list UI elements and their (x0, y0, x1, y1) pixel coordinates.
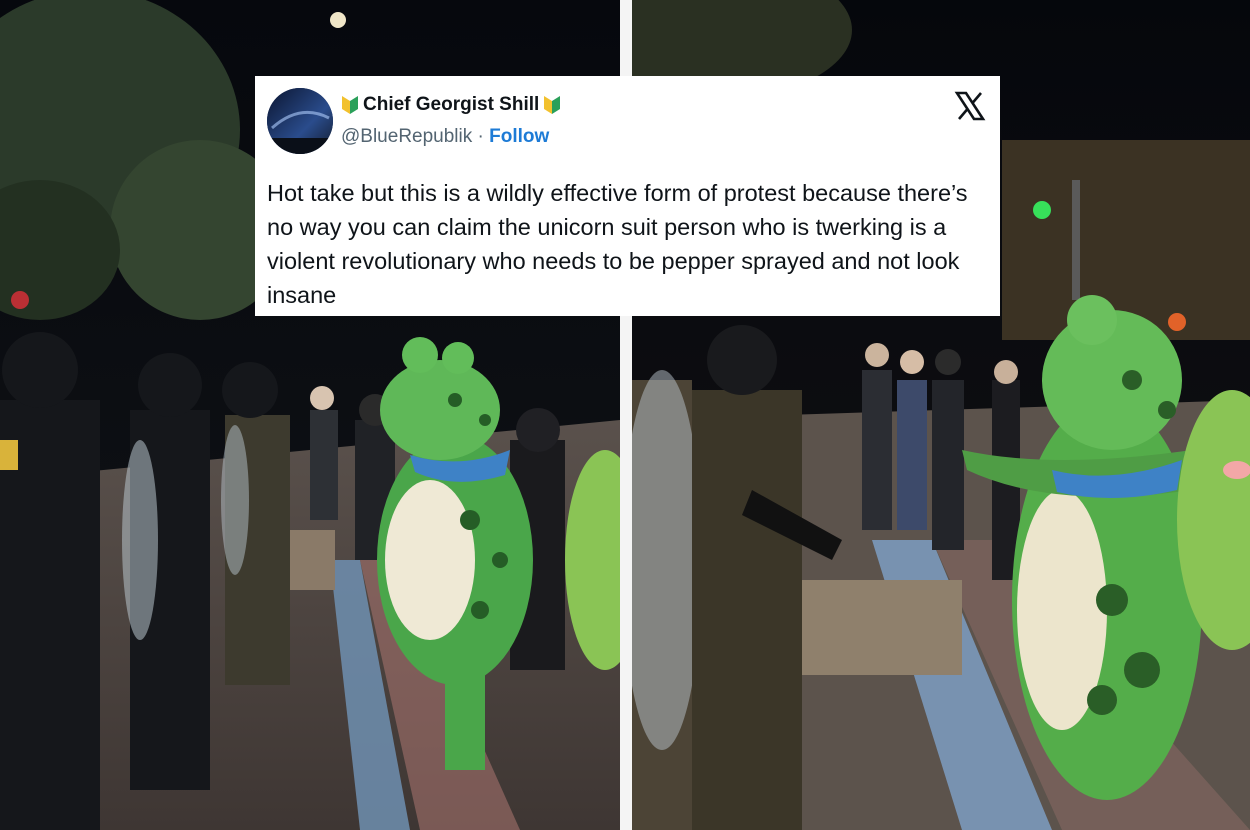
beginner-badge-icon (341, 95, 359, 115)
handle[interactable]: @BlueRepublik (341, 126, 472, 147)
avatar-night-sky-image (267, 88, 333, 154)
handle-row: @BlueRepublik · Follow (341, 126, 549, 148)
separator: · (477, 126, 484, 147)
tweet-text: Hot take but this is a wildly effective … (267, 180, 968, 308)
avatar[interactable] (267, 88, 333, 154)
x-logo-icon[interactable] (954, 90, 986, 122)
beginner-badge-icon (543, 95, 561, 115)
follow-button[interactable]: Follow (489, 126, 549, 147)
display-name[interactable]: Chief Georgist Shill (363, 94, 539, 116)
tweet-card[interactable]: Chief Georgist Shill @BlueRepublik · Fol… (255, 76, 1000, 316)
